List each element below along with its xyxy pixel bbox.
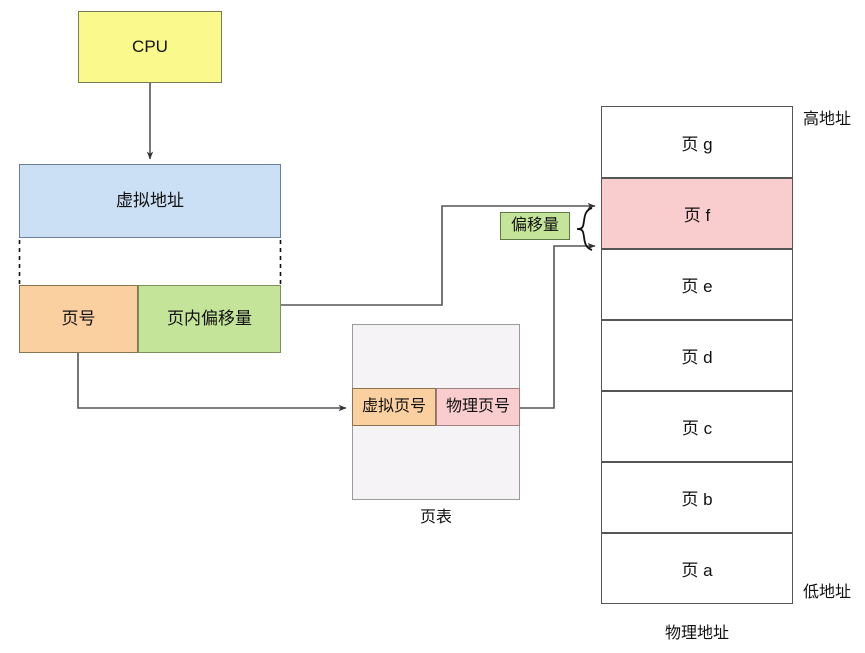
memory-page-label: 页 b xyxy=(681,490,713,509)
diagram-canvas: CPU 虚拟地址 页号 页内偏移量 虚拟页号 物理页号 页表 偏移量 页 g 页… xyxy=(0,0,865,653)
memory-page-b: 页 b xyxy=(601,462,793,533)
page-table-row: 虚拟页号 物理页号 xyxy=(352,388,520,426)
memory-page-e: 页 e xyxy=(601,249,793,320)
memory-page-f: 页 f xyxy=(601,178,793,249)
memory-range-brace xyxy=(576,207,593,251)
memory-page-c: 页 c xyxy=(601,391,793,462)
memory-page-label: 页 f xyxy=(683,206,711,225)
memory-page-label: 页 c xyxy=(681,419,713,438)
page-number-box: 页号 xyxy=(19,285,138,353)
memory-page-d: 页 d xyxy=(601,320,793,391)
memory-page-label: 页 d xyxy=(681,348,713,367)
page-offset-box: 页内偏移量 xyxy=(138,285,281,353)
virtual-page-number-label: 虚拟页号 xyxy=(361,398,426,416)
page-number-label: 页号 xyxy=(61,308,96,328)
memory-page-label: 页 a xyxy=(681,561,713,580)
page-offset-label: 页内偏移量 xyxy=(167,308,252,328)
physical-page-number-cell: 物理页号 xyxy=(436,388,520,426)
physical-page-number-label: 物理页号 xyxy=(445,398,510,416)
virtual-page-number-cell: 虚拟页号 xyxy=(352,388,436,426)
memory-page-label: 页 e xyxy=(681,277,713,296)
virtual-address-box: 虚拟地址 xyxy=(19,164,281,238)
virtual-address-label: 虚拟地址 xyxy=(116,190,184,210)
low-address-label: 低地址 xyxy=(803,584,852,601)
cpu-box: CPU xyxy=(78,11,222,83)
memory-page-g: 页 g xyxy=(601,106,793,178)
cpu-label: CPU xyxy=(132,36,168,56)
wire-pagenumber-to-pagetable xyxy=(77,353,347,412)
physical-address-caption: 物理地址 xyxy=(664,625,729,642)
memory-page-a: 页 a xyxy=(601,533,793,604)
page-table-caption: 页表 xyxy=(419,509,452,526)
memory-page-label: 页 g xyxy=(681,134,713,154)
high-address-label: 高地址 xyxy=(803,111,852,128)
offset-badge-label: 偏移量 xyxy=(510,217,559,235)
offset-badge: 偏移量 xyxy=(500,212,570,240)
wire-physical-page-to-memory xyxy=(520,242,596,409)
